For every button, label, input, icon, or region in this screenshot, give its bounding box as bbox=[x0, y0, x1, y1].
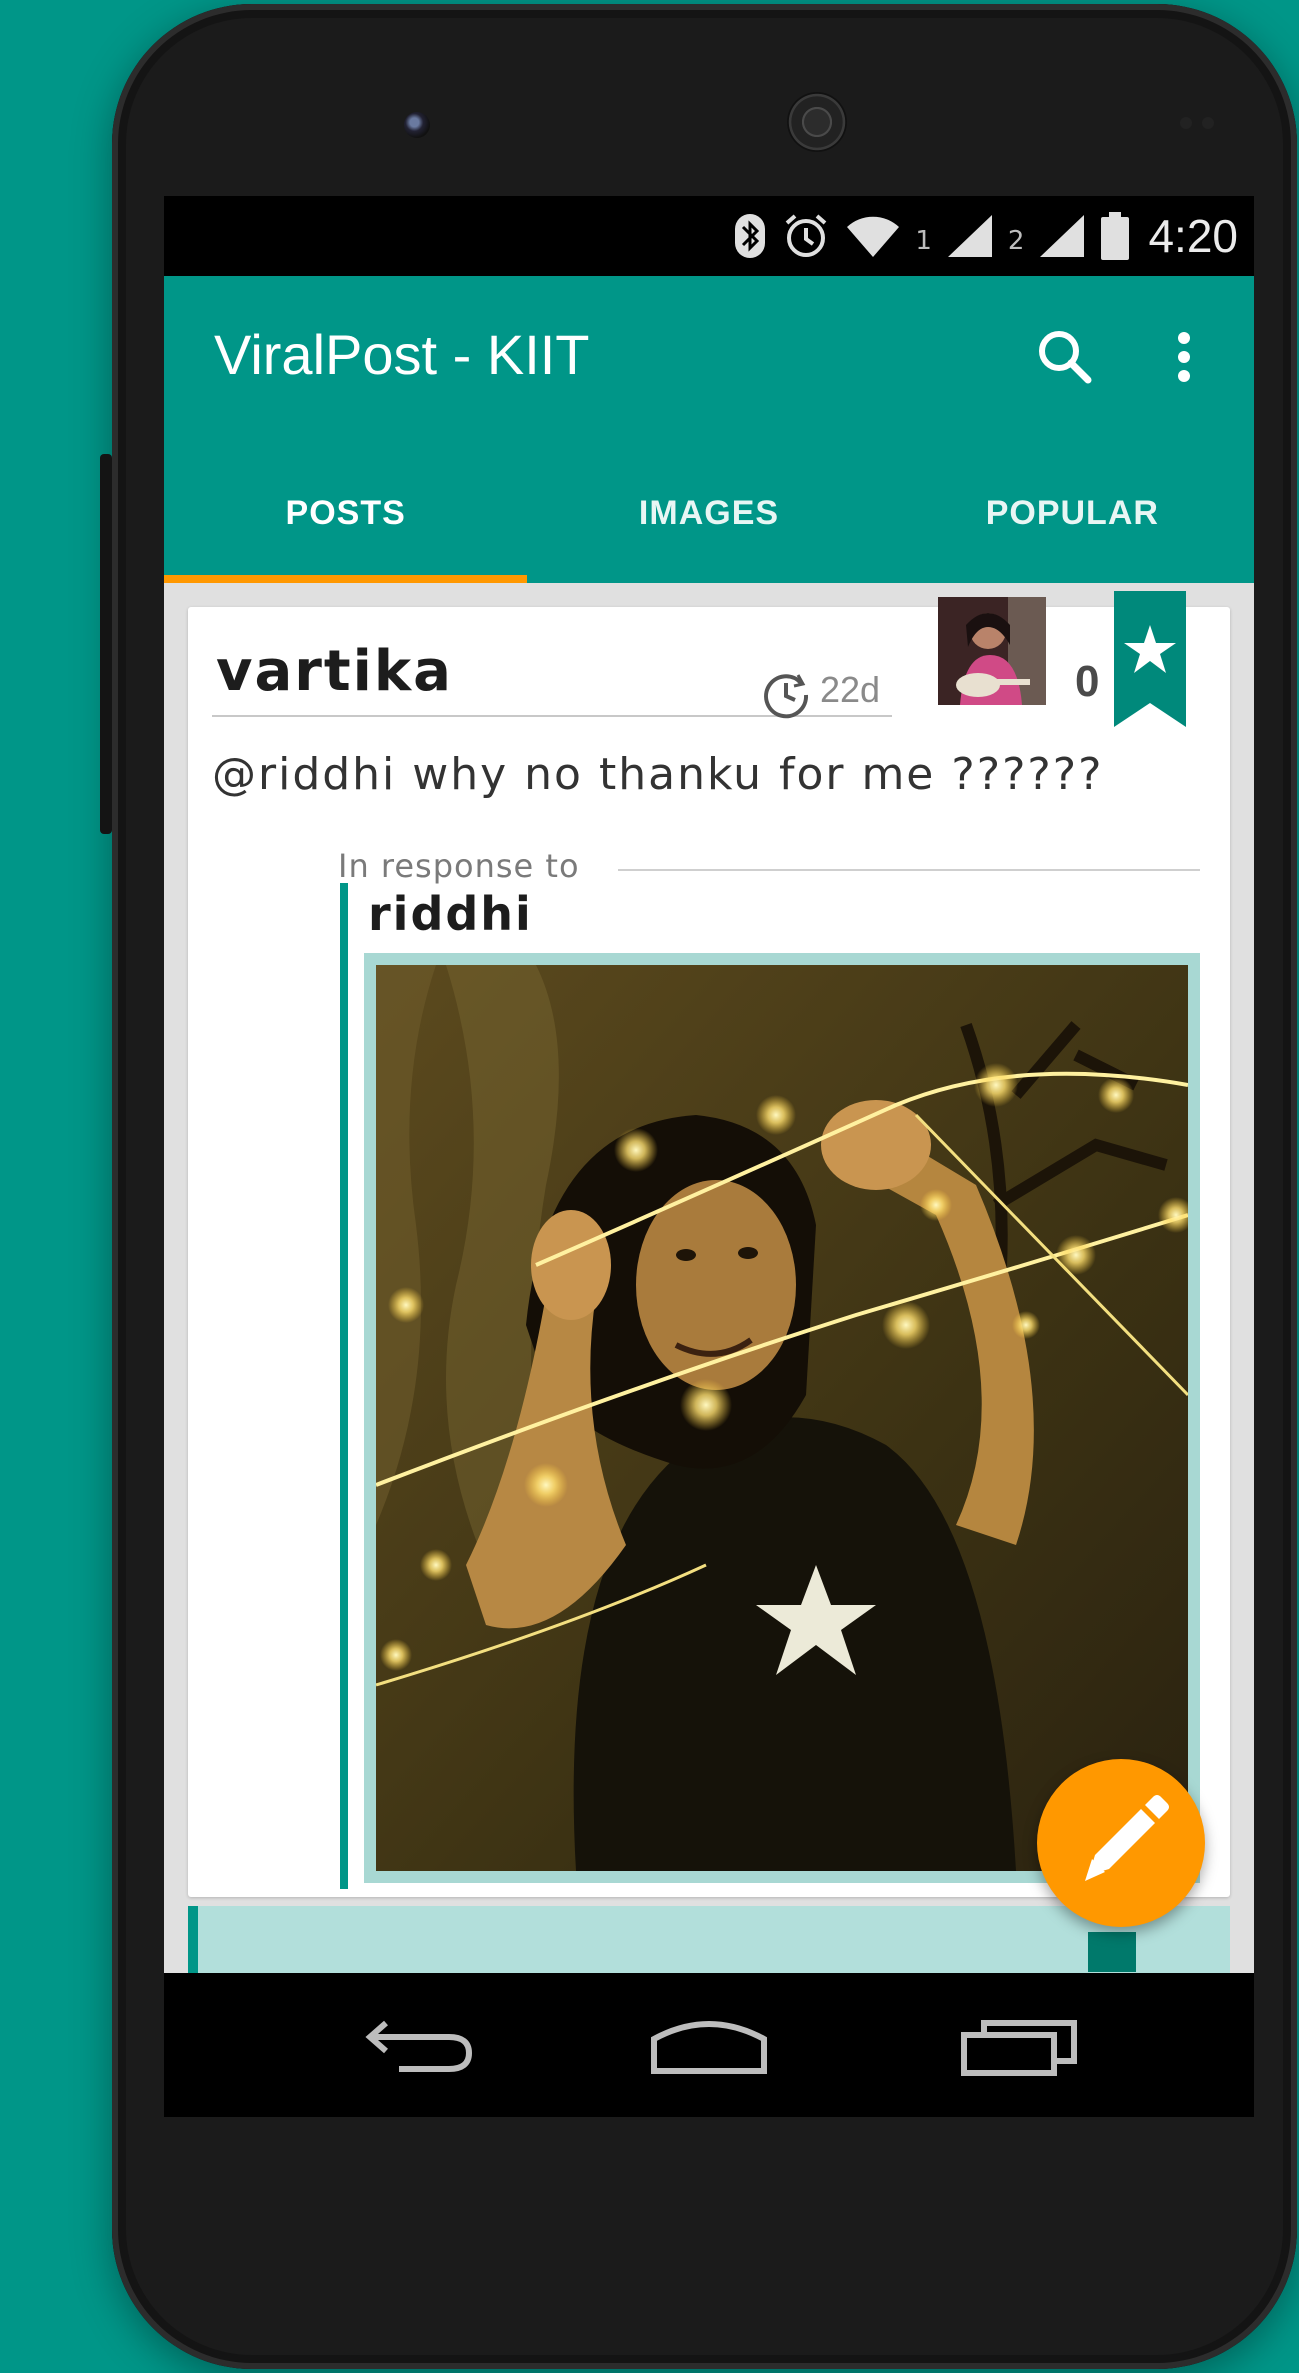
app-title: ViralPost - KIIT bbox=[214, 323, 590, 386]
tab-posts[interactable]: POSTS bbox=[164, 466, 527, 583]
quoted-author[interactable]: riddhi bbox=[368, 887, 533, 941]
earpiece-speaker bbox=[787, 92, 847, 152]
post-author[interactable]: vartika bbox=[216, 639, 453, 704]
in-response-to-label: In response to bbox=[338, 847, 580, 885]
search-icon[interactable] bbox=[1024, 316, 1106, 398]
tab-indicator bbox=[164, 575, 527, 583]
bookmark-icon bbox=[1088, 1932, 1136, 1972]
signal-icon bbox=[947, 215, 992, 257]
sim2-label: 2 bbox=[1007, 226, 1025, 256]
like-count: 0 bbox=[1075, 657, 1100, 706]
app-bar: ViralPost - KIIT POSTS IMAGES POPULAR bbox=[164, 276, 1254, 583]
navigation-bar bbox=[164, 1973, 1254, 2117]
more-vert-icon[interactable] bbox=[1154, 316, 1214, 398]
device-screen: 1 2 4:20 ViralPost - KIIT POSTS IMAGES P… bbox=[164, 196, 1254, 2117]
tab-popular[interactable]: POPULAR bbox=[891, 466, 1254, 583]
home-icon[interactable] bbox=[644, 2009, 774, 2083]
battery-icon bbox=[1101, 212, 1130, 260]
post-age: 22d bbox=[820, 669, 881, 710]
volume-button bbox=[100, 454, 112, 834]
quoted-image-frame[interactable] bbox=[364, 953, 1200, 1883]
back-icon[interactable] bbox=[354, 2009, 484, 2083]
status-clock: 4:20 bbox=[1148, 210, 1238, 262]
compose-fab[interactable] bbox=[1037, 1759, 1205, 1927]
star-bookmark-icon[interactable] bbox=[1114, 591, 1186, 727]
response-divider bbox=[618, 869, 1200, 871]
post-card[interactable]: vartika 22d 0 @riddhi why no thanku for … bbox=[188, 591, 1230, 1897]
quoted-photo[interactable] bbox=[376, 965, 1188, 1871]
status-bar: 1 2 4:20 bbox=[164, 196, 1254, 276]
post-text: @riddhi why no thanku for me ?????? bbox=[212, 749, 1104, 800]
proximity-sensors bbox=[1180, 114, 1230, 129]
tab-bar: POSTS IMAGES POPULAR bbox=[164, 466, 1254, 583]
pencil-icon bbox=[1085, 1795, 1169, 1881]
sim1-label: 1 bbox=[915, 226, 932, 256]
tab-images[interactable]: IMAGES bbox=[527, 466, 890, 583]
avatar[interactable] bbox=[938, 597, 1046, 705]
alarm-icon bbox=[786, 214, 827, 257]
front-camera bbox=[404, 112, 430, 138]
quote-bar bbox=[340, 883, 348, 1889]
wifi-icon bbox=[847, 216, 900, 257]
bluetooth-icon bbox=[735, 214, 766, 258]
recent-apps-icon[interactable] bbox=[954, 2009, 1084, 2083]
clock-icon bbox=[764, 674, 809, 719]
signal-icon bbox=[1040, 215, 1085, 257]
